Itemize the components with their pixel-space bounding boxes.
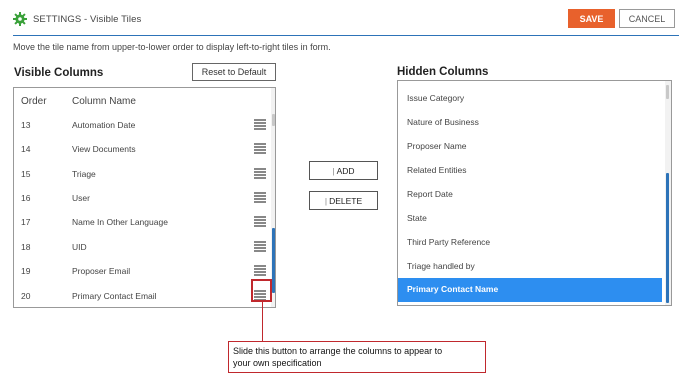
- row-order: 15: [21, 169, 31, 179]
- drag-handle-icon[interactable]: [254, 118, 267, 130]
- hidden-list-item-selected[interactable]: Primary Contact Name: [398, 278, 662, 302]
- add-button[interactable]: | ADD: [309, 161, 378, 180]
- visible-row[interactable]: 14 View Documents: [14, 138, 269, 162]
- hidden-list-item[interactable]: Issue Category: [398, 87, 662, 111]
- row-name: Proposer Email: [72, 266, 131, 276]
- row-name: UID: [72, 242, 87, 252]
- drag-handle-icon[interactable]: [254, 191, 267, 203]
- row-order: 20: [21, 291, 31, 301]
- cancel-button[interactable]: CANCEL: [619, 9, 675, 28]
- hidden-list-item[interactable]: State: [398, 207, 662, 231]
- drag-handle-icon[interactable]: [254, 215, 267, 227]
- add-label: ADD: [336, 165, 355, 176]
- save-button[interactable]: SAVE: [568, 9, 615, 28]
- row-order: 18: [21, 242, 31, 252]
- visible-row[interactable]: 17 Name In Other Language: [14, 211, 269, 235]
- drag-handle-icon[interactable]: [254, 264, 267, 276]
- visible-row[interactable]: 20 Primary Contact Email: [14, 285, 269, 307]
- scrollbar-upper-thumb[interactable]: [272, 114, 275, 126]
- column-name-header: Column Name: [72, 96, 136, 107]
- order-column-header: Order: [21, 96, 47, 107]
- hidden-item-label: State: [407, 213, 427, 223]
- callout-text-line1: Slide this button to arrange the columns…: [233, 346, 443, 356]
- hidden-item-label: Related Entities: [407, 165, 467, 175]
- hidden-item-label: Third Party Reference: [407, 237, 491, 247]
- row-name: User: [72, 193, 90, 203]
- row-order: 14: [21, 144, 31, 154]
- hidden-list-item[interactable]: Proposer Name: [398, 135, 662, 159]
- visible-list-scrollbar[interactable]: [271, 88, 275, 307]
- drag-handle-highlight: [251, 279, 272, 302]
- row-name: Automation Date: [72, 120, 136, 130]
- callout-text-line2: your own specification: [233, 358, 322, 368]
- hidden-item-label: Primary Contact Name: [407, 284, 499, 294]
- row-order: 17: [21, 217, 31, 227]
- row-name: Primary Contact Email: [72, 291, 157, 301]
- hidden-item-label: Proposer Name: [407, 141, 467, 151]
- scrollbar-thumb[interactable]: [272, 228, 275, 293]
- visible-row[interactable]: 16 User: [14, 187, 269, 211]
- row-order: 13: [21, 120, 31, 130]
- page-title: SETTINGS - Visible Tiles: [33, 14, 142, 25]
- instruction-text: Move the tile name from upper-to-lower o…: [13, 42, 331, 52]
- scrollbar-thumb[interactable]: [666, 173, 669, 303]
- hidden-list-scrollbar[interactable]: [665, 81, 671, 305]
- row-name: Triage: [72, 169, 96, 179]
- scrollbar-upper-thumb[interactable]: [666, 85, 669, 99]
- visible-row[interactable]: 19 Proposer Email: [14, 260, 269, 284]
- row-name: Name In Other Language: [72, 217, 168, 227]
- visible-columns-list[interactable]: Order Column Name 13 Automation Date 14 …: [13, 87, 276, 308]
- header-divider: [13, 35, 679, 36]
- row-order: 16: [21, 193, 31, 203]
- row-name: View Documents: [72, 144, 136, 154]
- hidden-item-label: Issue Category: [407, 93, 465, 103]
- visible-row[interactable]: 13 Automation Date: [14, 114, 269, 138]
- hidden-list-item[interactable]: Report Date: [398, 183, 662, 207]
- hidden-columns-list[interactable]: Issue Category Nature of Business Propos…: [397, 80, 672, 306]
- drag-handle-icon[interactable]: [254, 240, 267, 252]
- annotation-callout: Slide this button to arrange the columns…: [228, 341, 486, 373]
- hidden-list-item[interactable]: Nature of Business: [398, 111, 662, 135]
- hidden-list-item[interactable]: Third Party Reference: [398, 231, 662, 255]
- reset-to-default-button[interactable]: Reset to Default: [192, 63, 276, 81]
- row-order: 19: [21, 266, 31, 276]
- hidden-columns-heading: Hidden Columns: [397, 66, 489, 78]
- settings-gear-icon: [13, 12, 27, 26]
- delete-label: DELETE: [329, 195, 363, 206]
- hidden-list-item[interactable]: Related Entities: [398, 159, 662, 183]
- hidden-list-item[interactable]: Triage handled by: [398, 255, 662, 279]
- visible-row[interactable]: 15 Triage: [14, 163, 269, 187]
- drag-handle-icon[interactable]: [254, 167, 267, 179]
- hidden-item-label: Report Date: [407, 189, 453, 199]
- delete-button[interactable]: | DELETE: [309, 191, 378, 210]
- hidden-item-label: Nature of Business: [407, 117, 479, 127]
- callout-connector: [262, 302, 263, 341]
- visible-columns-heading: Visible Columns: [14, 67, 104, 79]
- drag-handle-icon[interactable]: [254, 142, 267, 154]
- visible-row[interactable]: 18 UID: [14, 236, 269, 260]
- hidden-item-label: Triage handled by: [407, 261, 475, 271]
